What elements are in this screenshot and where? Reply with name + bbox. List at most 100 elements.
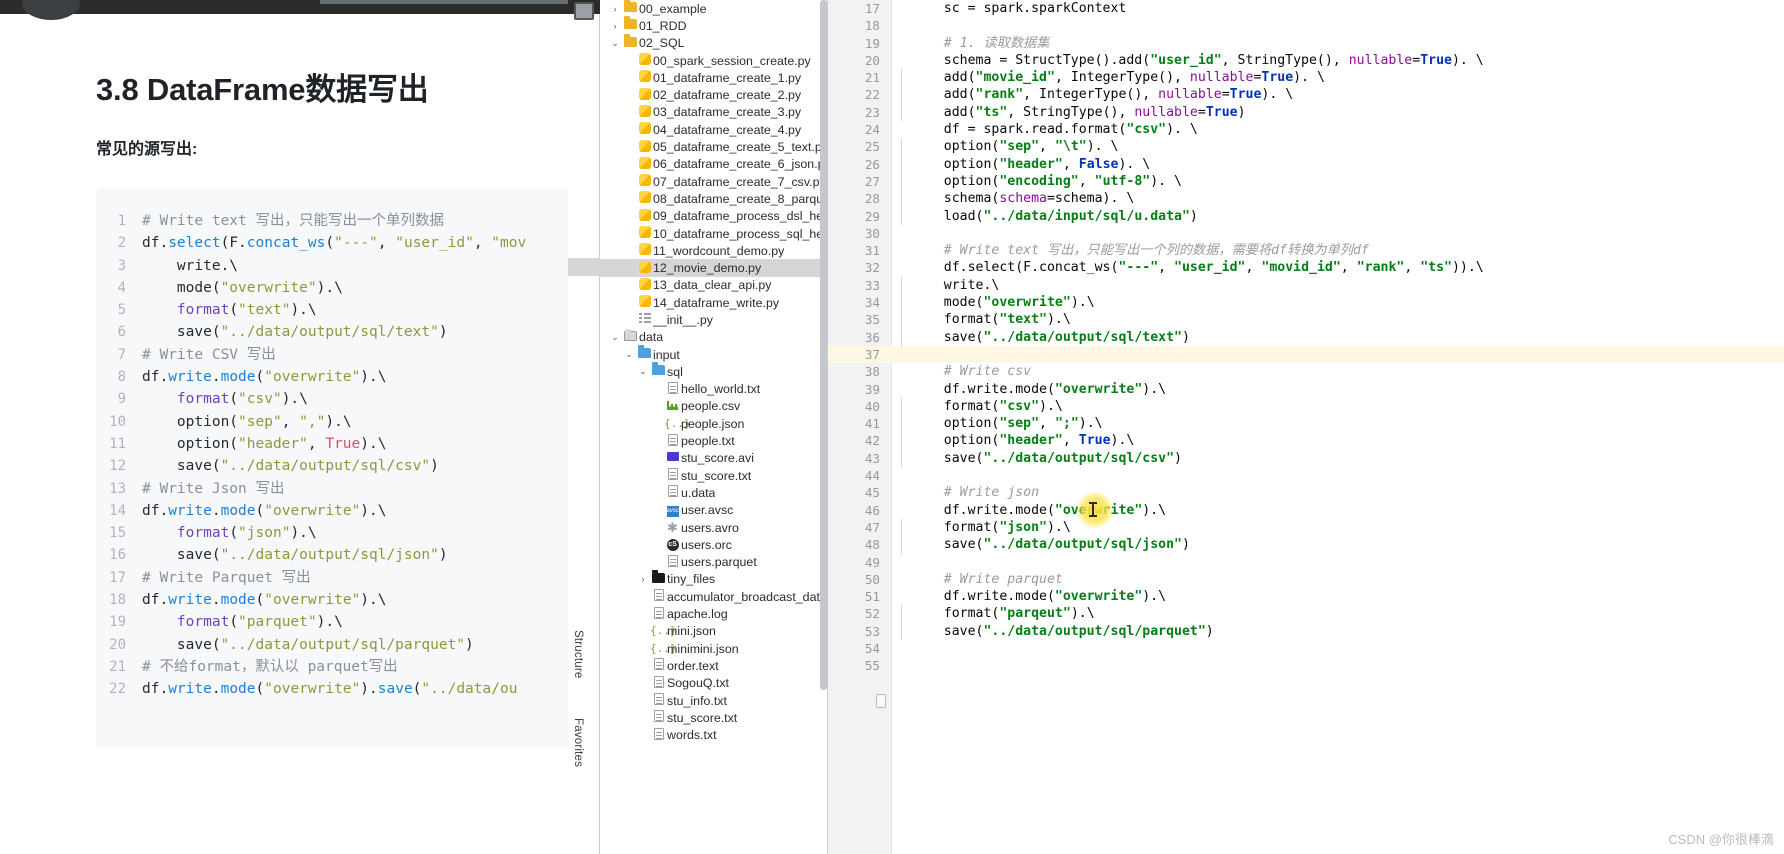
tree-item[interactable]: {..} mini.json: [600, 623, 827, 640]
tree-item[interactable]: 11_wordcount_demo.py: [600, 242, 827, 259]
editor-line[interactable]: 53 save("../data/output/sql/parquet"): [828, 622, 1784, 640]
tree-item[interactable]: {..} minimini.json: [600, 640, 827, 657]
editor-line-text: # Write parquet: [912, 571, 1063, 588]
editor-line[interactable]: 29 load("../data/input/sql/u.data"): [828, 207, 1784, 225]
tree-item[interactable]: ✱ users.avro: [600, 519, 827, 536]
project-tree-scrollbar[interactable]: [820, 0, 827, 690]
editor-line[interactable]: 25 option("sep", "\t"). \: [828, 138, 1784, 156]
editor-line[interactable]: 33 write.\: [828, 276, 1784, 295]
chevron-down-icon[interactable]: ⌄: [636, 366, 650, 377]
editor-line[interactable]: 34 mode("overwrite").\: [828, 294, 1784, 312]
tree-item[interactable]: ⌄ data: [600, 328, 827, 346]
tree-item-selected[interactable]: 12_movie_demo.py: [600, 259, 827, 277]
editor-line-text: df.write.mode("overwrite").\: [912, 502, 1166, 519]
editor-line[interactable]: 50 # Write parquet: [828, 571, 1784, 588]
tree-item[interactable]: people.txt: [600, 432, 827, 449]
tree-item[interactable]: ⌄ input: [600, 345, 827, 363]
chevron-right-icon[interactable]: ›: [636, 574, 650, 584]
editor-line[interactable]: 51 df.write.mode("overwrite").\: [828, 588, 1784, 605]
tree-item[interactable]: __init__.py: [600, 311, 827, 328]
tree-item[interactable]: ⌄ 02_SQL: [600, 33, 827, 52]
editor-line[interactable]: 30: [828, 225, 1784, 242]
tree-item[interactable]: {..} people.json: [600, 415, 827, 432]
editor-line[interactable]: 49: [828, 554, 1784, 571]
chevron-right-icon[interactable]: ›: [608, 21, 622, 31]
chevron-down-icon[interactable]: ⌄: [608, 332, 622, 343]
code-editor-pane[interactable]: 17 sc = spark.sparkContext 18 19 # 1. 读取数据…: [828, 0, 1784, 854]
tree-item[interactable]: 00_spark_session_create.py: [600, 52, 827, 69]
chevron-down-icon[interactable]: ⌄: [608, 38, 622, 49]
tree-item[interactable]: 02_dataframe_create_2.py: [600, 86, 827, 103]
editor-line[interactable]: 24 df = spark.read.format("csv"). \: [828, 121, 1784, 138]
editor-line[interactable]: 40 format("csv").\: [828, 397, 1784, 416]
tree-item[interactable]: 06_dataframe_create_6_json.py: [600, 156, 827, 173]
editor-line[interactable]: 41 option("sep", ";").\: [828, 415, 1784, 433]
editor-line[interactable]: 21 add("movie_id", IntegerType(), nullab…: [828, 69, 1784, 87]
editor-line[interactable]: 27 option("encoding", "utf-8"). \: [828, 172, 1784, 191]
tree-item[interactable]: stu_info.txt: [600, 692, 827, 709]
editor-line[interactable]: 46 df.write.mode("overwrite").\: [828, 502, 1784, 519]
tree-item[interactable]: accumulator_broadcast_data: [600, 588, 827, 605]
editor-line[interactable]: 20 schema = StructType().add("user_id", …: [828, 52, 1784, 69]
tree-item[interactable]: stu_score.txt: [600, 467, 827, 484]
tree-item[interactable]: stu_score.txt: [600, 709, 827, 726]
project-tree-pane[interactable]: › 00_example › 01_RDD ⌄ 02_SQL 00_spark_sessio…: [600, 0, 828, 854]
editor-line[interactable]: 17 sc = spark.sparkContext: [828, 0, 1784, 17]
tool-tab-structure[interactable]: Structure: [572, 630, 584, 678]
editor-line[interactable]: 23 add("ts", StringType(), nullable=True…: [828, 103, 1784, 122]
editor-line[interactable]: 45 # Write json: [828, 484, 1784, 501]
editor-line[interactable]: 47 format("json").\: [828, 518, 1784, 537]
editor-line[interactable]: 19 # 1. 读取数据集: [828, 35, 1784, 52]
tree-item[interactable]: ⌄ sql: [600, 362, 827, 380]
tree-item[interactable]: 08_dataframe_create_8_parquet.: [600, 190, 827, 207]
tree-item[interactable]: hello_world.txt: [600, 381, 827, 398]
editor-line[interactable]: 36 save("../data/output/sql/text"): [828, 328, 1784, 346]
tree-item[interactable]: u.data: [600, 484, 827, 501]
tree-item[interactable]: users.parquet: [600, 554, 827, 571]
tree-item[interactable]: cS users.orc: [600, 536, 827, 553]
tree-item[interactable]: 13_data_clear_api.py: [600, 277, 827, 294]
editor-line[interactable]: 22 add("rank", IntegerType(), nullable=T…: [828, 86, 1784, 104]
editor-line[interactable]: 44: [828, 467, 1784, 484]
tree-item[interactable]: › tiny_files: [600, 569, 827, 588]
editor-line[interactable]: 26 option("header", False). \: [828, 155, 1784, 173]
editor-lines[interactable]: 17 sc = spark.sparkContext 18 19 # 1. 读取数据…: [828, 0, 1784, 675]
tree-item[interactable]: 04_dataframe_create_4.py: [600, 121, 827, 138]
editor-line[interactable]: 32 df.select(F.concat_ws("---", "user_id…: [828, 259, 1784, 276]
editor-line[interactable]: 54: [828, 640, 1784, 657]
editor-line[interactable]: 37: [828, 345, 1784, 364]
tree-item[interactable]: › 01_RDD: [600, 16, 827, 34]
tree-item[interactable]: › 00_example: [600, 0, 827, 17]
editor-line[interactable]: 48 save("../data/output/sql/json"): [828, 536, 1784, 554]
tree-item[interactable]: 07_dataframe_create_7_csv.py: [600, 173, 827, 190]
tree-item[interactable]: 05_dataframe_create_5_text.py: [600, 138, 827, 155]
editor-line[interactable]: 42 option("header", True).\: [828, 432, 1784, 450]
editor-line[interactable]: 18: [828, 17, 1784, 34]
editor-line[interactable]: 43 save("../data/output/sql/csv"): [828, 449, 1784, 468]
editor-line[interactable]: 39 df.write.mode("overwrite").\: [828, 381, 1784, 398]
tree-item[interactable]: people.csv: [600, 398, 827, 415]
tree-item[interactable]: SogouQ.txt: [600, 675, 827, 692]
tree-item[interactable]: order.text: [600, 657, 827, 674]
tool-tab-favorites[interactable]: Favorites: [572, 718, 584, 767]
tree-item[interactable]: 01_dataframe_create_1.py: [600, 69, 827, 86]
editor-line[interactable]: 55: [828, 657, 1784, 674]
tree-item[interactable]: apache.log: [600, 605, 827, 622]
tree-item[interactable]: avsc user.avsc: [600, 502, 827, 519]
code-fold-marker-icon[interactable]: [876, 694, 886, 708]
tree-item[interactable]: stu_score.avi: [600, 450, 827, 467]
tree-item[interactable]: 03_dataframe_create_3.py: [600, 104, 827, 121]
editor-line[interactable]: 38 # Write csv: [828, 363, 1784, 380]
project-window-icon[interactable]: [574, 2, 594, 20]
tree-item[interactable]: 14_dataframe_write.py: [600, 294, 827, 311]
tree-item[interactable]: 09_dataframe_process_dsl_hello: [600, 208, 827, 225]
editor-line[interactable]: 31 # Write text 写出，只能写出一个列的数据，需要将df转换为单列…: [828, 242, 1784, 259]
browser-tab-strip[interactable]: [320, 0, 568, 4]
editor-line[interactable]: 28 schema(schema=schema). \: [828, 190, 1784, 208]
editor-line[interactable]: 35 format("text").\: [828, 311, 1784, 329]
tree-item[interactable]: words.txt: [600, 726, 827, 743]
chevron-down-icon[interactable]: ⌄: [622, 349, 636, 360]
editor-line[interactable]: 52 format("parqeut").\: [828, 605, 1784, 623]
tree-item[interactable]: 10_dataframe_process_sql_hello: [600, 225, 827, 242]
chevron-right-icon[interactable]: ›: [608, 4, 622, 14]
